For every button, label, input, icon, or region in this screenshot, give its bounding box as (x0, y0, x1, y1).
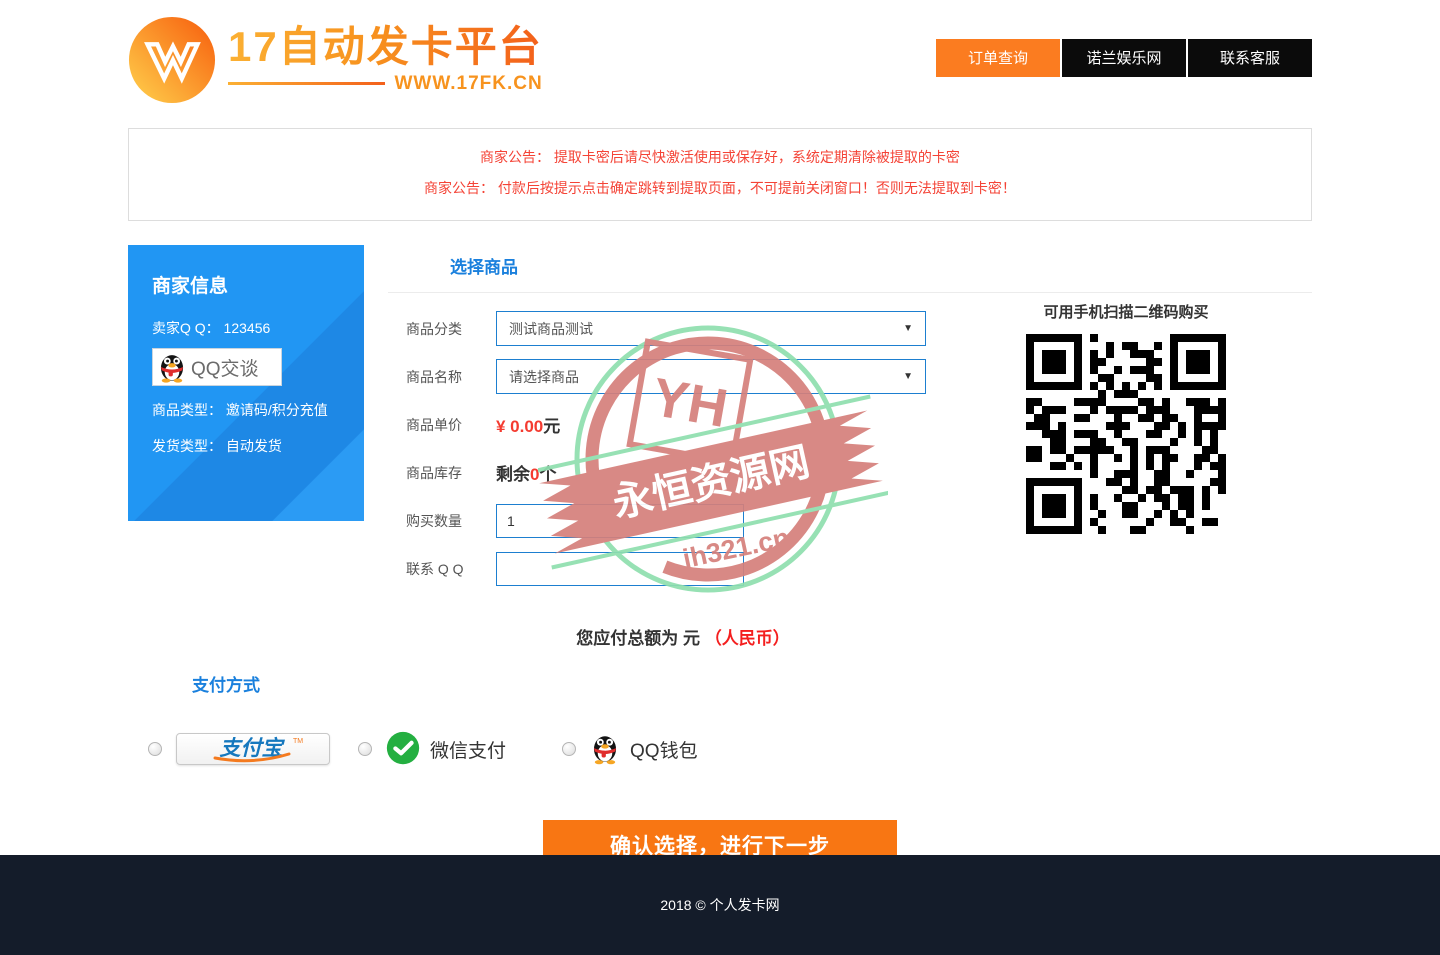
wechat-pay-label: 微信支付 (430, 736, 506, 763)
seller-product-type: 商品类型： 邀请码/积分充值 (152, 400, 340, 420)
category-selected-value: 测试商品测试 (509, 319, 593, 339)
header: 17自动发卡平台 WWW.17FK.CN 订单查询 诺兰娱乐网 联系客服 (128, 0, 1312, 115)
qr-column: 可用手机扫描二维码购买 (1008, 301, 1244, 539)
unit-price-label: 商品单价 (406, 415, 478, 435)
divider (388, 292, 1312, 293)
notice-line-2: 商家公告： 付款后按提示点击确定跳转到提取页面，不可提前关闭窗口！否则无法提取到… (129, 177, 1311, 199)
top-nav: 订单查询 诺兰娱乐网 联系客服 (934, 39, 1312, 77)
logo-subtitle: WWW.17FK.CN (395, 73, 543, 95)
notice-line-1: 商家公告： 提取卡密后请尽快激活使用或保存好，系统定期清除被提取的卡密 (129, 146, 1311, 168)
pay-option-alipay[interactable]: 支付宝 TM (148, 733, 330, 765)
pay-option-qq-wallet[interactable]: QQ钱包 (562, 732, 698, 766)
footer-copyright: 2018 © 个人发卡网 (660, 895, 779, 915)
row-unit-price: 商品单价 ¥ 0.00元 (388, 407, 978, 442)
total-due-currency: （人民币） (705, 629, 790, 648)
footer: 2018 © 个人发卡网 (0, 855, 1440, 955)
contact-qq-label: 联系 Q Q (406, 559, 478, 579)
content: 商家信息 卖家Q Q： 123456 QQ交谈 商品类型： 邀请码/积分充值 发… (128, 245, 1312, 653)
row-stock: 商品库存 剩余0个 (388, 455, 978, 490)
logo-underline (228, 82, 385, 85)
row-product-name: 商品名称 请选择商品 ▼ (388, 359, 978, 394)
total-due-text: 您应付总额为 元 (576, 629, 700, 648)
product-name-label: 商品名称 (406, 367, 478, 387)
qr-code (1026, 334, 1226, 534)
seller-qq: 卖家Q Q： 123456 (152, 318, 340, 338)
qq-chat-button[interactable]: QQ交谈 (152, 348, 282, 386)
product-form: 商品分类 测试商品测试 ▼ 商品名称 请选择商品 ▼ 商品单价 (388, 311, 978, 586)
seller-info-title: 商家信息 (152, 271, 340, 298)
wechat-radio[interactable] (358, 742, 372, 756)
stock-value: 剩余0个 (496, 460, 556, 485)
qq-wallet-icon (588, 732, 622, 766)
alipay-logo: 支付宝 TM (176, 733, 330, 765)
payment-title: 支付方式 (128, 671, 1312, 696)
payment-options: 支付宝 TM 微信支付 (128, 730, 1312, 768)
section-title: 选择商品 (388, 253, 1312, 278)
chevron-down-icon: ▼ (903, 323, 913, 334)
wechat-pay-icon (384, 730, 422, 768)
nav-contact-service-button[interactable]: 联系客服 (1188, 39, 1312, 77)
quantity-input[interactable] (496, 504, 744, 538)
qq-penguin-icon (155, 350, 189, 384)
seller-delivery-type: 发货类型： 自动发货 (152, 436, 340, 456)
page: 17自动发卡平台 WWW.17FK.CN 订单查询 诺兰娱乐网 联系客服 商家公… (0, 0, 1440, 955)
seller-info-card: 商家信息 卖家Q Q： 123456 QQ交谈 商品类型： 邀请码/积分充值 发… (128, 245, 364, 521)
qq-wallet-radio[interactable] (562, 742, 576, 756)
category-label: 商品分类 (406, 319, 478, 339)
nav-nolan-site-button[interactable]: 诺兰娱乐网 (1062, 39, 1186, 77)
stock-label: 商品库存 (406, 463, 478, 483)
qr-caption: 可用手机扫描二维码购买 (1008, 301, 1244, 322)
site-logo[interactable]: 17自动发卡平台 WWW.17FK.CN (128, 12, 543, 104)
chevron-down-icon: ▼ (903, 371, 913, 382)
total-due-line: 您应付总额为 元 （人民币） (388, 624, 978, 649)
payment-section: 支付方式 支付宝 TM 微信支付 (128, 671, 1312, 768)
pay-option-wechat[interactable]: 微信支付 (358, 730, 506, 768)
contact-qq-input[interactable] (496, 552, 744, 586)
svg-text:TM: TM (293, 738, 303, 745)
logo-text: 17自动发卡平台 WWW.17FK.CN (228, 24, 543, 94)
logo-title: 17自动发卡平台 (228, 24, 543, 70)
product-select-section: 选择商品 商品分类 测试商品测试 ▼ 商品名称 请选择商品 ▼ (388, 245, 1312, 649)
nav-order-query-button[interactable]: 订单查询 (936, 39, 1060, 77)
merchant-notice: 商家公告： 提取卡密后请尽快激活使用或保存好，系统定期清除被提取的卡密 商家公告… (128, 128, 1312, 221)
qq-wallet-label: QQ钱包 (630, 736, 698, 763)
unit-price-value: ¥ 0.00元 (496, 412, 560, 437)
quantity-label: 购买数量 (406, 511, 478, 531)
row-quantity: 购买数量 (388, 503, 978, 538)
product-name-selected-value: 请选择商品 (509, 367, 579, 387)
row-category: 商品分类 测试商品测试 ▼ (388, 311, 978, 346)
alipay-radio[interactable] (148, 742, 162, 756)
qq-chat-label: QQ交谈 (191, 354, 259, 381)
logo-icon (128, 16, 216, 104)
category-select[interactable]: 测试商品测试 ▼ (496, 311, 926, 346)
product-name-select[interactable]: 请选择商品 ▼ (496, 359, 926, 394)
row-contact-qq: 联系 Q Q (388, 551, 978, 586)
